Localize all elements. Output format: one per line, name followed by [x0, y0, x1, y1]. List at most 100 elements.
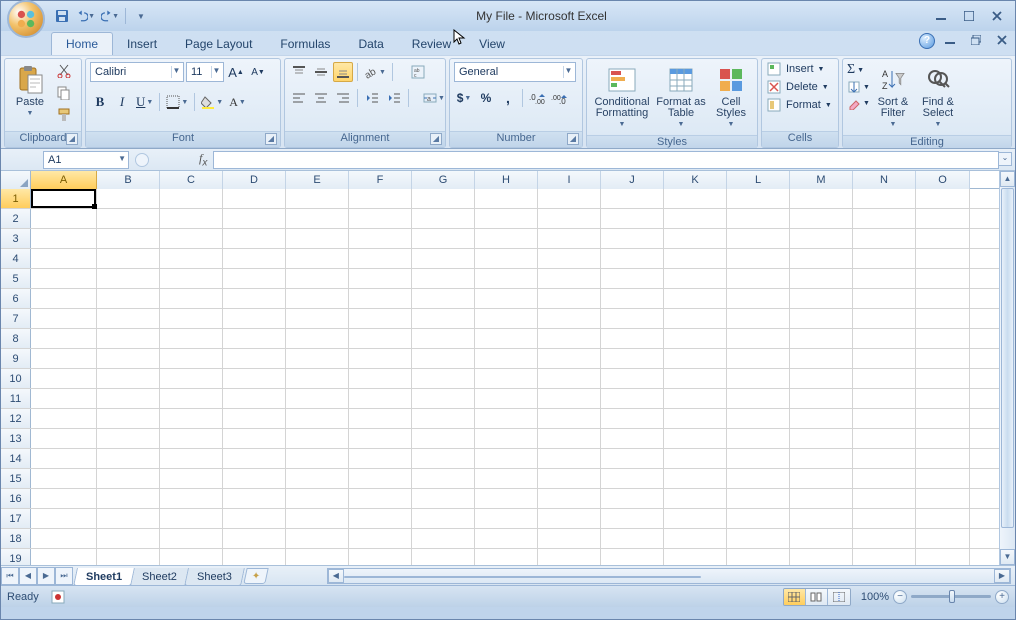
cell[interactable]	[790, 349, 853, 368]
new-sheet-button[interactable]: ✦	[243, 568, 268, 584]
clear-button[interactable]: ▼	[847, 96, 870, 110]
borders-icon[interactable]: ▼	[164, 92, 190, 112]
name-box[interactable]: A1▼	[43, 151, 129, 169]
cell[interactable]	[727, 269, 790, 288]
cell[interactable]	[727, 549, 790, 565]
alignment-launcher[interactable]: ◢	[430, 133, 442, 145]
column-header[interactable]: M	[790, 171, 853, 189]
column-header[interactable]: C	[160, 171, 223, 189]
cell[interactable]	[601, 309, 664, 328]
cell[interactable]	[286, 229, 349, 248]
row-header[interactable]: 14	[1, 449, 31, 468]
tab-insert[interactable]: Insert	[113, 33, 171, 55]
cell[interactable]	[223, 429, 286, 448]
cell[interactable]	[727, 529, 790, 548]
cell[interactable]	[664, 449, 727, 468]
cell[interactable]	[223, 469, 286, 488]
cell[interactable]	[664, 349, 727, 368]
cell[interactable]	[160, 289, 223, 308]
font-name-combo[interactable]: Calibri▼	[90, 62, 184, 82]
cell[interactable]	[31, 409, 97, 428]
cell[interactable]	[916, 409, 970, 428]
cell[interactable]	[664, 249, 727, 268]
cell[interactable]	[538, 289, 601, 308]
row-header[interactable]: 10	[1, 369, 31, 388]
cell[interactable]	[790, 489, 853, 508]
cell[interactable]	[538, 369, 601, 388]
cell[interactable]	[286, 309, 349, 328]
cell[interactable]	[349, 489, 412, 508]
cell[interactable]	[286, 449, 349, 468]
cell[interactable]	[538, 189, 601, 208]
cell[interactable]	[601, 469, 664, 488]
cell[interactable]	[31, 489, 97, 508]
cell[interactable]	[223, 289, 286, 308]
cell[interactable]	[853, 369, 916, 388]
autosum-button[interactable]: Σ▼	[847, 62, 870, 78]
cell[interactable]	[160, 349, 223, 368]
cell[interactable]	[160, 369, 223, 388]
column-header[interactable]: H	[475, 171, 538, 189]
mdi-restore-icon[interactable]	[969, 33, 983, 47]
cell[interactable]	[286, 269, 349, 288]
cancel-formula-icon[interactable]	[135, 153, 149, 167]
cell[interactable]	[853, 349, 916, 368]
cell[interactable]	[475, 509, 538, 528]
cell[interactable]	[286, 249, 349, 268]
cell[interactable]	[790, 229, 853, 248]
cell[interactable]	[727, 289, 790, 308]
cell[interactable]	[538, 429, 601, 448]
cell[interactable]	[601, 509, 664, 528]
cell[interactable]	[412, 249, 475, 268]
number-launcher[interactable]: ◢	[567, 133, 579, 145]
number-format-combo[interactable]: General▼	[454, 62, 576, 82]
cell[interactable]	[160, 329, 223, 348]
cell[interactable]	[286, 209, 349, 228]
cell[interactable]	[160, 529, 223, 548]
fill-color-icon[interactable]: ▼	[199, 92, 225, 112]
cell[interactable]	[160, 549, 223, 565]
cell[interactable]	[349, 189, 412, 208]
cell[interactable]	[790, 189, 853, 208]
cell[interactable]	[601, 409, 664, 428]
cell[interactable]	[538, 469, 601, 488]
cell[interactable]	[853, 529, 916, 548]
cell[interactable]	[223, 349, 286, 368]
fx-icon[interactable]: fx	[199, 151, 207, 168]
sort-filter-button[interactable]: AZ Sort & Filter▼	[873, 62, 913, 132]
cell[interactable]	[160, 389, 223, 408]
cell[interactable]	[31, 289, 97, 308]
cell[interactable]	[160, 449, 223, 468]
cell[interactable]	[916, 289, 970, 308]
cell[interactable]	[664, 329, 727, 348]
cell[interactable]	[664, 409, 727, 428]
cell[interactable]	[31, 469, 97, 488]
cell[interactable]	[790, 389, 853, 408]
cell[interactable]	[31, 269, 97, 288]
maximize-icon[interactable]	[961, 8, 977, 24]
sheet-tab[interactable]: Sheet1	[73, 568, 135, 586]
cell[interactable]	[601, 229, 664, 248]
copy-icon[interactable]	[54, 84, 74, 102]
cell[interactable]	[349, 289, 412, 308]
cell[interactable]	[160, 429, 223, 448]
cell[interactable]	[790, 329, 853, 348]
cell[interactable]	[853, 509, 916, 528]
help-icon[interactable]: ?	[919, 33, 935, 49]
cell[interactable]	[475, 409, 538, 428]
mdi-close-icon[interactable]	[995, 33, 1009, 47]
cell[interactable]	[349, 229, 412, 248]
cell[interactable]	[790, 249, 853, 268]
cell[interactable]	[286, 529, 349, 548]
orientation-icon[interactable]: ab▼	[362, 62, 388, 82]
cell[interactable]	[601, 529, 664, 548]
cell[interactable]	[349, 549, 412, 565]
cell[interactable]	[349, 469, 412, 488]
cell[interactable]	[853, 329, 916, 348]
cell[interactable]	[727, 449, 790, 468]
cell[interactable]	[475, 389, 538, 408]
cell[interactable]	[538, 309, 601, 328]
cell[interactable]	[790, 309, 853, 328]
cell[interactable]	[97, 349, 160, 368]
cell[interactable]	[538, 529, 601, 548]
